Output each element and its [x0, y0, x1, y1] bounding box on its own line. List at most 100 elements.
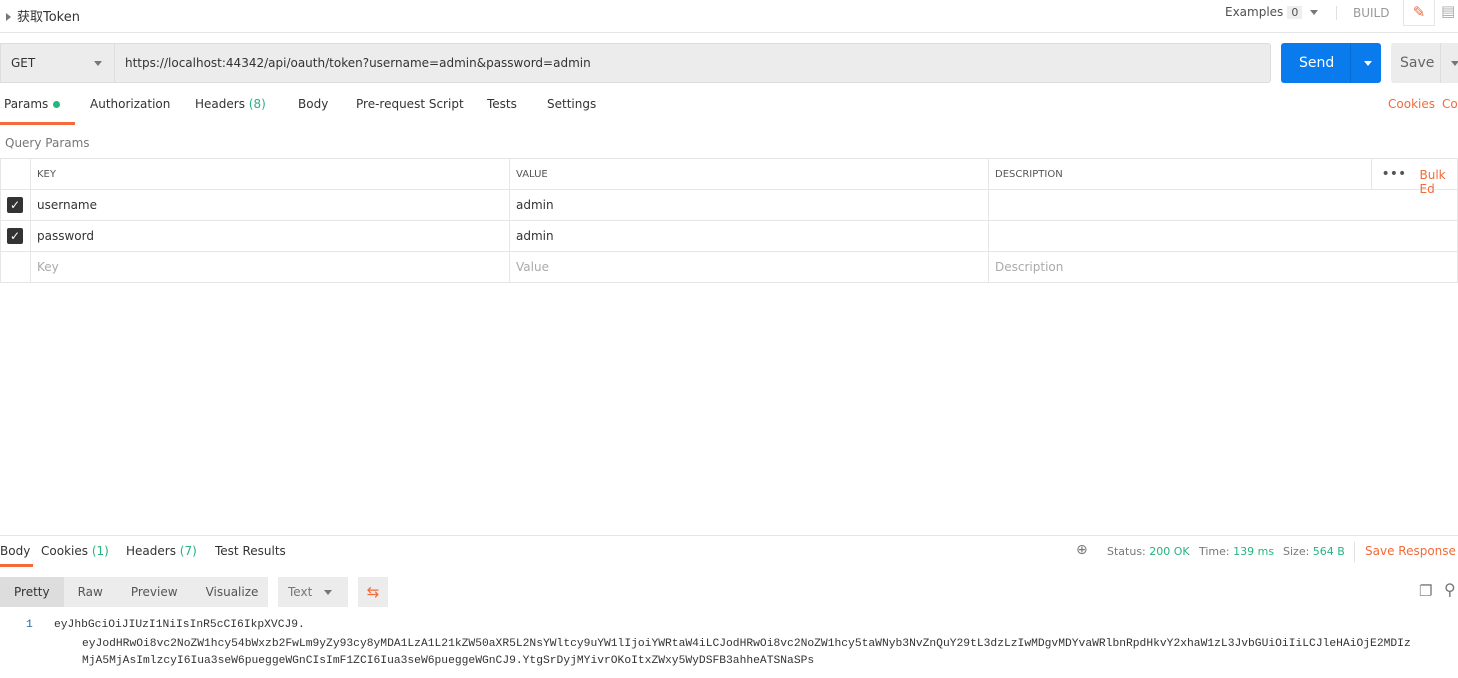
checkbox-checked-icon[interactable]: ✓	[7, 228, 23, 244]
tab-label: Headers	[195, 97, 245, 111]
search-icon[interactable]: ⚲	[1444, 580, 1456, 599]
line-number: 1	[26, 619, 33, 631]
tab-label: Headers	[126, 544, 176, 558]
tab-settings[interactable]: Settings	[547, 97, 596, 111]
cookies-count: (1)	[91, 544, 109, 558]
format-preview[interactable]: Preview	[117, 585, 192, 599]
method-value: GET	[11, 56, 36, 70]
divider	[1336, 6, 1337, 20]
response-size: Size: 564 B	[1283, 545, 1345, 558]
tab-response-cookies[interactable]: Cookies (1)	[41, 544, 109, 558]
column-key: KEY	[30, 158, 510, 190]
chevron-down-icon	[1310, 10, 1319, 15]
description-header: DESCRIPTION	[995, 168, 1063, 180]
description-cell[interactable]	[988, 220, 1458, 252]
checkbox-column	[0, 158, 31, 190]
chevron-down-icon	[324, 590, 333, 595]
request-title[interactable]: 获取Token	[6, 6, 80, 25]
send-label: Send	[1299, 55, 1335, 71]
save-response-button[interactable]: Save Response	[1365, 544, 1456, 558]
divider	[1350, 43, 1351, 83]
query-params-title: Query Params	[5, 136, 90, 150]
params-table: KEY VALUE DESCRIPTION ••• Bulk Ed ✓ user…	[0, 158, 1458, 283]
tab-authorization[interactable]: Authorization	[90, 97, 170, 111]
build-mode[interactable]: BUILD	[1353, 6, 1389, 20]
size-value: 564 B	[1312, 545, 1345, 558]
chevron-down-icon	[94, 61, 102, 66]
status-label: Status:	[1107, 545, 1146, 558]
table-header: KEY VALUE DESCRIPTION ••• Bulk Ed	[0, 158, 1458, 196]
description-cell[interactable]	[988, 189, 1458, 221]
new-param-row: Key Value Description	[0, 251, 1458, 283]
row-checkbox[interactable]: ✓	[0, 189, 31, 221]
value-cell[interactable]: admin	[509, 220, 989, 252]
response-tabs: Body Cookies (1) Headers (7) Test Result…	[0, 535, 1458, 567]
time-value: 139 ms	[1233, 545, 1275, 558]
send-button[interactable]: Send	[1281, 43, 1381, 83]
format-tabs: Pretty Raw Preview Visualize	[0, 577, 268, 607]
size-label: Size:	[1283, 545, 1310, 558]
body-line: eyJhbGciOiJIUzI1NiIsInR5cCI6IkpXVCJ9.	[54, 619, 305, 631]
save-button[interactable]: Save	[1391, 43, 1458, 83]
globe-icon[interactable]: ⊕	[1076, 542, 1088, 558]
copy-icon[interactable]: ❐	[1419, 582, 1432, 600]
method-select[interactable]: GET	[0, 43, 115, 83]
examples-label: Examples	[1225, 5, 1284, 19]
key-cell[interactable]: username	[30, 189, 510, 221]
tab-test-results[interactable]: Test Results	[215, 544, 286, 558]
wrap-lines-icon[interactable]: ⇆	[358, 577, 388, 607]
body-line: MjA5MjAsImlzcyI6Iua3seW6pueggeWGnCIsImF1…	[82, 655, 815, 667]
top-bar: 获取Token Examples 0 BUILD ✎ ▤	[0, 0, 1458, 33]
key-cell[interactable]: password	[30, 220, 510, 252]
headers-count: (7)	[179, 544, 197, 558]
code-link[interactable]: Co	[1442, 97, 1458, 111]
tab-label: Cookies	[41, 544, 88, 558]
status-value: 200 OK	[1149, 545, 1190, 558]
url-input[interactable]: https://localhost:44342/api/oauth/token?…	[114, 43, 1271, 83]
params-active-dot	[53, 101, 61, 108]
more-icon[interactable]: •••	[1382, 166, 1407, 182]
row-checkbox[interactable]: ✓	[0, 220, 31, 252]
key-input[interactable]: Key	[30, 251, 510, 283]
checkbox-checked-icon[interactable]: ✓	[7, 197, 23, 213]
table-row: ✓ password admin	[0, 220, 1458, 252]
tab-pre-request-script[interactable]: Pre-request Script	[356, 97, 464, 111]
caret-right-icon[interactable]	[6, 13, 11, 21]
response-type-select[interactable]: Text	[278, 577, 348, 607]
format-visualize[interactable]: Visualize	[192, 585, 273, 599]
tab-headers[interactable]: Headers (8)	[195, 97, 266, 111]
column-value: VALUE	[509, 158, 989, 190]
table-row: ✓ username admin	[0, 189, 1458, 221]
examples-count: 0	[1287, 6, 1303, 19]
format-pretty[interactable]: Pretty	[0, 577, 64, 607]
body-line: eyJodHRwOi8vc2NoZW1hcy54bWxzb2FwLm9yZy93…	[82, 638, 1411, 650]
time-label: Time:	[1199, 545, 1230, 558]
save-label: Save	[1400, 55, 1435, 71]
description-input[interactable]: Description	[988, 251, 1458, 283]
divider	[1440, 43, 1441, 83]
pencil-icon[interactable]: ✎	[1403, 0, 1435, 26]
table-actions: ••• Bulk Ed	[1370, 158, 1458, 196]
cookies-link[interactable]: Cookies	[1388, 97, 1435, 111]
empty-checkbox-cell	[0, 251, 31, 283]
column-description: DESCRIPTION ••• Bulk Ed	[988, 158, 1458, 196]
value-cell[interactable]: admin	[509, 189, 989, 221]
tab-response-headers[interactable]: Headers (7)	[126, 544, 197, 558]
response-time: Time: 139 ms	[1199, 545, 1274, 558]
tab-response-body[interactable]: Body	[0, 544, 33, 567]
tab-params[interactable]: Params	[0, 97, 75, 125]
comment-icon[interactable]: ▤	[1441, 2, 1455, 20]
chevron-down-icon[interactable]	[1451, 61, 1458, 66]
tab-body[interactable]: Body	[298, 97, 328, 111]
examples-dropdown[interactable]: Examples 0	[1225, 5, 1319, 19]
format-raw[interactable]: Raw	[64, 585, 117, 599]
send-options-icon[interactable]	[1364, 61, 1372, 66]
request-name: 获取Token	[17, 10, 80, 25]
response-status: Status: 200 OK	[1107, 545, 1190, 558]
tab-label: Params	[4, 97, 49, 111]
type-value: Text	[288, 585, 313, 599]
bulk-edit-link[interactable]: Bulk Ed	[1420, 168, 1458, 196]
value-input[interactable]: Value	[509, 251, 989, 283]
request-tabs: Params Authorization Headers (8) Body Pr…	[0, 97, 1458, 125]
tab-tests[interactable]: Tests	[487, 97, 517, 111]
